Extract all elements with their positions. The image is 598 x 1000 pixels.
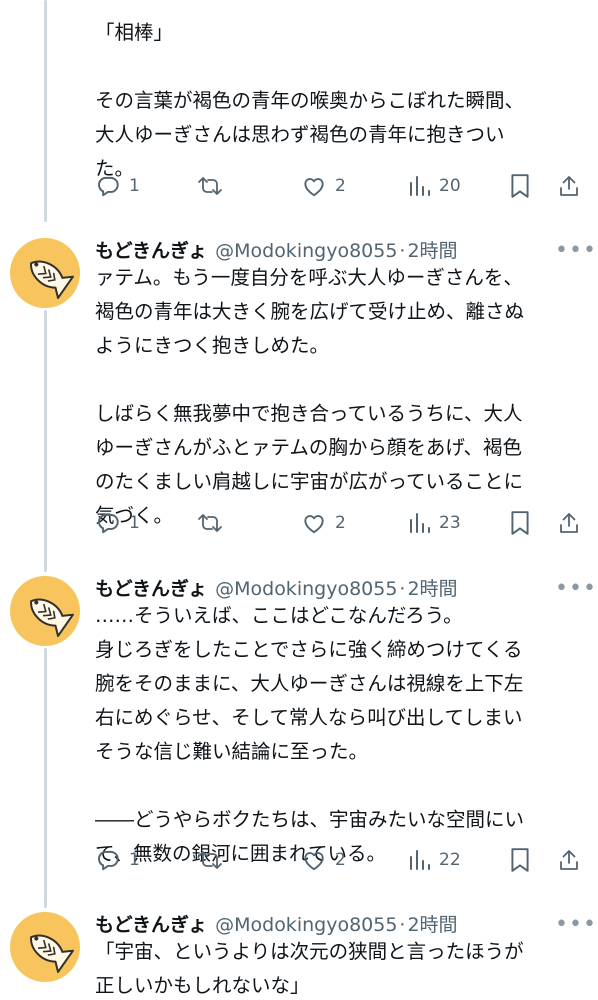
share-button[interactable] bbox=[557, 847, 581, 873]
retweet-icon bbox=[198, 851, 222, 869]
like-icon bbox=[304, 178, 324, 197]
like-icon bbox=[304, 852, 324, 871]
share-button[interactable] bbox=[557, 173, 581, 199]
tweet-text-line: 大人ゆーぎさんは思わず褐色の青年に抱きつい bbox=[95, 123, 505, 146]
bookmark-icon bbox=[511, 174, 529, 198]
bookmark-icon bbox=[511, 848, 529, 872]
tweet-text-line: のたくましい肩越しに宇宙が広がっていることに bbox=[95, 470, 524, 493]
like-count: 2 bbox=[335, 850, 346, 870]
views-button[interactable]: 22 bbox=[407, 847, 461, 873]
reply-count: 1 bbox=[129, 176, 140, 196]
like-count: 2 bbox=[335, 513, 346, 533]
like-button[interactable]: 2 bbox=[301, 173, 346, 199]
tweet-text-line: ァテム。もう一度自分を呼ぶ大人ゆーぎさんを、 bbox=[95, 266, 523, 289]
user-handle[interactable]: @Modokingyo8055 bbox=[215, 240, 397, 262]
fish-avatar bbox=[30, 598, 74, 637]
reply-icon bbox=[97, 513, 119, 534]
retweet-button[interactable] bbox=[196, 847, 224, 873]
retweet-icon bbox=[198, 514, 222, 532]
tweet-text-line: そうな信じ難い結論に至った。 bbox=[95, 740, 369, 763]
reply-count: 1 bbox=[129, 850, 140, 870]
reply-button[interactable]: 1 bbox=[95, 173, 140, 199]
views-count: 20 bbox=[439, 176, 461, 196]
tweet-actions: 1 2 23 bbox=[0, 510, 598, 540]
tweet-text-line: 「相棒」 bbox=[95, 21, 174, 44]
display-name[interactable]: もどきんぎょ bbox=[95, 910, 207, 937]
tweet-text-line: 腕をそのままに、大人ゆーぎさんは視線を上下左 bbox=[95, 672, 524, 695]
views-icon bbox=[410, 176, 430, 196]
display-name[interactable]: もどきんぎょ bbox=[95, 574, 207, 601]
views-count: 23 bbox=[439, 513, 461, 533]
tweet-text-line: ……そういえば、ここはどこなんだろう。 bbox=[95, 604, 463, 627]
retweet-button[interactable] bbox=[196, 173, 224, 199]
views-button[interactable]: 20 bbox=[407, 173, 461, 199]
bookmark-button[interactable] bbox=[509, 173, 531, 199]
separator-dot: · bbox=[399, 240, 406, 262]
tweet-text-line: ようにきつく抱きしめた。 bbox=[95, 334, 330, 357]
reply-button[interactable]: 1 bbox=[95, 847, 140, 873]
user-handle[interactable]: @Modokingyo8055 bbox=[215, 914, 397, 936]
fish-avatar bbox=[30, 260, 74, 299]
more-icon[interactable]: ••• bbox=[555, 912, 597, 937]
tweet-header: もどきんぎょ @Modokingyo8055 · 2時間 bbox=[95, 574, 458, 601]
tweet-text-line: 右にめぐらせ、そして常人なら叫び出してしまい bbox=[95, 706, 523, 729]
avatar[interactable] bbox=[10, 238, 80, 308]
views-icon bbox=[410, 850, 430, 870]
tweet-text-line: しばらく無我夢中で抱き合っているうちに、大人 bbox=[95, 402, 523, 425]
tweet-text-line: ゆーぎさんがふとァテムの胸から顔をあげ、褐色 bbox=[95, 436, 523, 459]
tweet-text-line: 「宇宙、というよりは次元の狭間と言ったほうが bbox=[95, 940, 524, 963]
tweet-text-line: 身じろぎをしたことでさらに強く締めつけてくる bbox=[95, 638, 523, 661]
bookmark-button[interactable] bbox=[509, 510, 531, 536]
tweet-text-line: 褐色の青年は大きく腕を広げて受け止め、離さぬ bbox=[95, 300, 525, 323]
tweet-text: ……そういえば、ここはどこなんだろう。 身じろぎをしたことでさらに強く締めつけて… bbox=[95, 599, 585, 871]
display-name[interactable]: もどきんぎょ bbox=[95, 236, 207, 263]
timestamp[interactable]: 2時間 bbox=[407, 236, 457, 263]
more-icon[interactable]: ••• bbox=[555, 238, 597, 263]
tweet-text: 「相棒」 その言葉が褐色の青年の喉奥からこぼれた瞬間、 大人ゆーぎさんは思わず褐… bbox=[95, 16, 585, 186]
tweet-header: もどきんぎょ @Modokingyo8055 · 2時間 bbox=[95, 236, 458, 263]
fish-avatar bbox=[30, 934, 74, 973]
like-button[interactable]: 2 bbox=[301, 847, 346, 873]
separator-dot: · bbox=[399, 578, 406, 600]
share-button[interactable] bbox=[557, 510, 581, 536]
like-count: 2 bbox=[335, 176, 346, 196]
views-button[interactable]: 23 bbox=[407, 510, 461, 536]
tweet-actions: 1 2 20 bbox=[0, 173, 598, 203]
reply-button[interactable]: 1 bbox=[95, 510, 140, 536]
user-handle[interactable]: @Modokingyo8055 bbox=[215, 578, 397, 600]
views-count: 22 bbox=[439, 850, 461, 870]
separator-dot: · bbox=[399, 914, 406, 936]
reply-icon bbox=[97, 850, 119, 871]
retweet-button[interactable] bbox=[196, 510, 224, 536]
tweet-text: 「宇宙、というよりは次元の狭間と言ったほうが 正しいかもしれないな」 bbox=[95, 935, 585, 1000]
share-icon bbox=[560, 513, 578, 533]
like-button[interactable]: 2 bbox=[301, 510, 346, 536]
reply-count: 1 bbox=[129, 513, 140, 533]
retweet-icon bbox=[198, 177, 222, 195]
tweet-header: もどきんぎょ @Modokingyo8055 · 2時間 bbox=[95, 910, 458, 937]
timestamp[interactable]: 2時間 bbox=[407, 910, 457, 937]
tweet-text: ァテム。もう一度自分を呼ぶ大人ゆーぎさんを、 褐色の青年は大きく腕を広げて受け止… bbox=[95, 261, 585, 533]
share-icon bbox=[560, 176, 578, 196]
bookmark-icon bbox=[511, 511, 529, 535]
views-icon bbox=[410, 513, 430, 533]
tweet-text-line: 正しいかもしれないな」 bbox=[95, 974, 310, 997]
timestamp[interactable]: 2時間 bbox=[407, 574, 457, 601]
tweet-text-line: ――どうやらボクたちは、宇宙みたいな空間にい bbox=[95, 808, 525, 831]
tweet-text-line: その言葉が褐色の青年の喉奥からこぼれた瞬間、 bbox=[95, 89, 525, 112]
avatar[interactable] bbox=[10, 912, 80, 982]
tweet-actions: 1 2 22 bbox=[0, 847, 598, 877]
more-icon[interactable]: ••• bbox=[555, 576, 597, 601]
share-icon bbox=[560, 850, 578, 870]
like-icon bbox=[304, 515, 324, 534]
avatar[interactable] bbox=[10, 576, 80, 646]
bookmark-button[interactable] bbox=[509, 847, 531, 873]
reply-icon bbox=[97, 176, 119, 197]
